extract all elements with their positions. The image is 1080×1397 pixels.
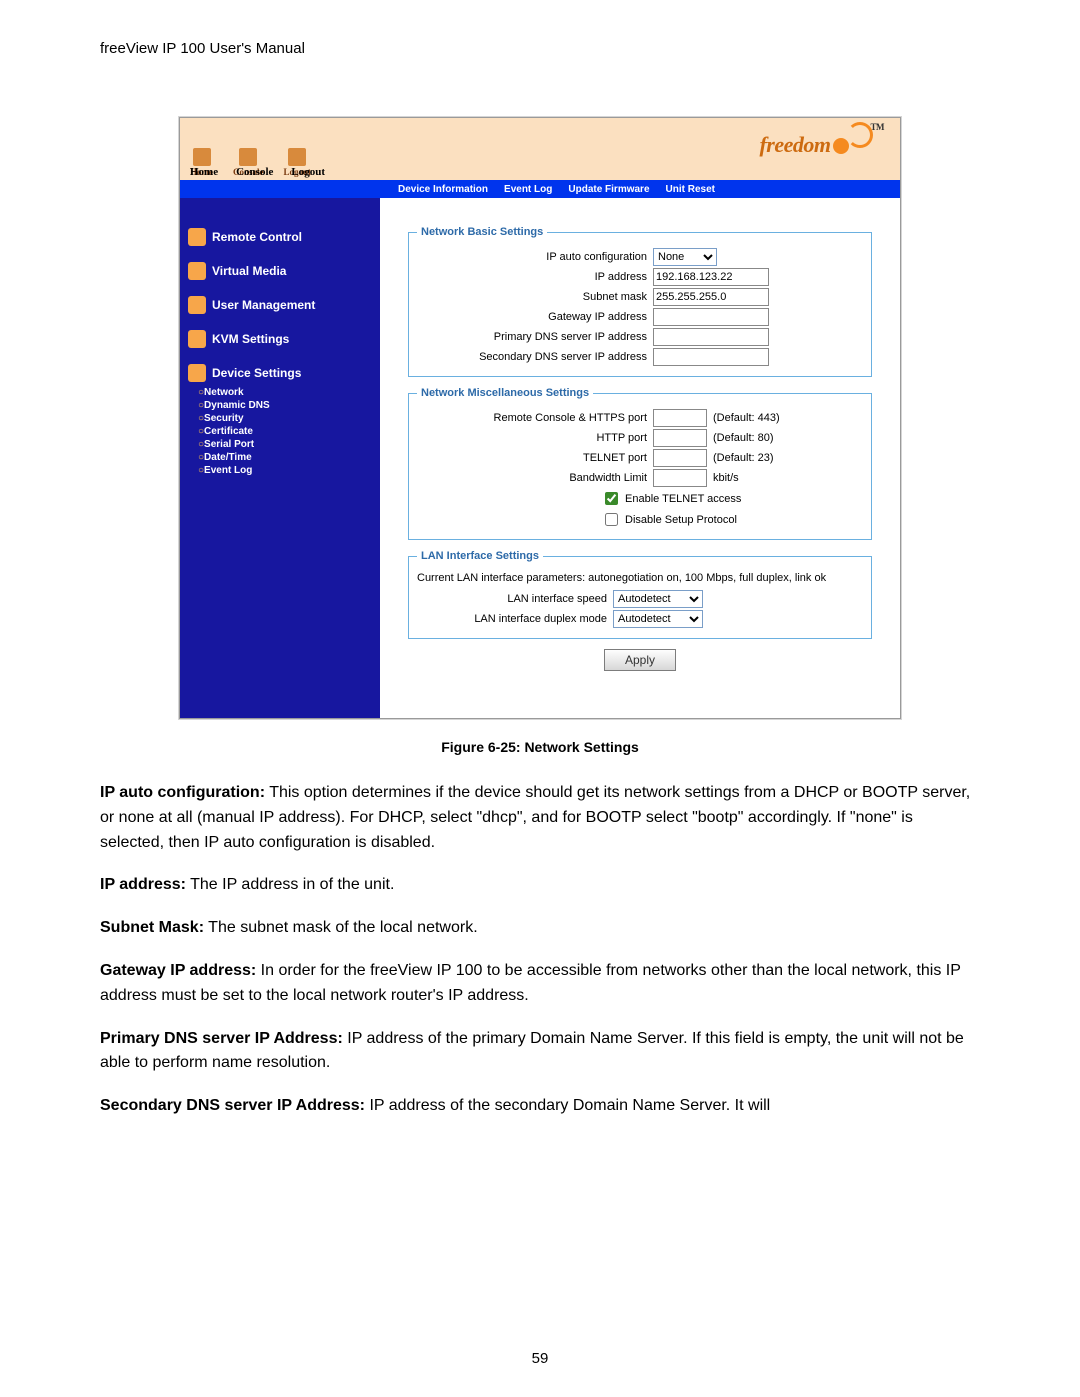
para-secondary-dns: Secondary DNS server IP Address: IP addr… [100,1094,980,1119]
toolbar-text-row: Home Console Logout [190,166,325,178]
label-primary-dns: Primary DNS server IP address [417,331,653,343]
sidebar-sub-serial-port[interactable]: ○Serial Port [198,438,372,451]
para-primary-dns: Primary DNS server IP Address: IP addres… [100,1027,980,1077]
submenu-update-firmware[interactable]: Update Firmware [568,184,649,195]
toolbar-home-text[interactable]: Home [190,166,218,178]
brand-swirl-icon [847,122,873,148]
label-secondary-dns: Secondary DNS server IP address [417,351,653,363]
hint-http: (Default: 80) [713,432,774,444]
sidebar-item-device-settings[interactable]: Device Settings [188,364,372,382]
virtual-media-icon [188,262,206,280]
label-disable-setup: Disable Setup Protocol [625,514,737,526]
sidebar-item-label: User Management [212,298,315,312]
input-ip-address[interactable] [653,268,769,286]
toolbar-console-text[interactable]: Console [236,166,273,178]
top-toolbar: Home Console Logout Home Console Logout … [180,118,900,180]
select-lan-duplex[interactable]: Autodetect [613,610,703,628]
sidebar-item-label: Device Settings [212,366,301,380]
input-https-port[interactable] [653,409,707,427]
select-lan-speed[interactable]: Autodetect [613,590,703,608]
screenshot-panel: Home Console Logout Home Console Logout … [179,117,901,719]
sidebar: Remote Control Virtual Media User Manage… [180,198,380,718]
legend-network-misc: Network Miscellaneous Settings [417,387,593,399]
sidebar-sub-security[interactable]: ○Security [198,412,372,425]
lan-current-text: Current LAN interface parameters: autone… [417,572,863,584]
checkbox-enable-telnet[interactable] [605,492,618,505]
input-bandwidth[interactable] [653,469,707,487]
kvm-settings-icon [188,330,206,348]
fieldset-network-basic: Network Basic Settings IP auto configura… [408,226,872,377]
para-gateway: Gateway IP address: In order for the fre… [100,959,980,1009]
label-enable-telnet: Enable TELNET access [625,493,741,505]
sidebar-item-label: Virtual Media [212,264,286,278]
input-subnet[interactable] [653,288,769,306]
sidebar-item-label: KVM Settings [212,332,289,346]
label-gateway: Gateway IP address [417,311,653,323]
para-subnet: Subnet Mask: The subnet mask of the loca… [100,916,980,941]
sidebar-item-label: Remote Control [212,230,302,244]
label-lan-duplex: LAN interface duplex mode [417,613,613,625]
legend-lan: LAN Interface Settings [417,550,543,562]
console-icon [239,148,257,166]
para-ip-auto: IP auto configuration: This option deter… [100,781,980,855]
hint-https: (Default: 443) [713,412,780,424]
label-https-port: Remote Console & HTTPS port [417,412,653,424]
checkbox-disable-setup[interactable] [605,513,618,526]
sidebar-sub-date-time[interactable]: ○Date/Time [198,451,372,464]
input-secondary-dns[interactable] [653,348,769,366]
sidebar-subnav: ○Network ○Dynamic DNS ○Security ○Certifi… [198,386,372,477]
brand-dot-icon [833,138,849,154]
label-ip-address: IP address [417,271,653,283]
input-http-port[interactable] [653,429,707,447]
fieldset-lan: LAN Interface Settings Current LAN inter… [408,550,872,639]
sidebar-sub-network[interactable]: ○Network [198,386,372,399]
content-panel: Network Basic Settings IP auto configura… [380,198,900,718]
input-gateway[interactable] [653,308,769,326]
sidebar-item-kvm-settings[interactable]: KVM Settings [188,330,372,348]
label-subnet: Subnet mask [417,291,653,303]
figure-caption: Figure 6-25: Network Settings [100,739,980,755]
submenu-bar: Device Information Event Log Update Firm… [180,180,900,198]
submenu-event-log[interactable]: Event Log [504,184,552,195]
page-number: 59 [0,1350,1080,1367]
home-icon [193,148,211,166]
hint-bandwidth: kbit/s [713,472,739,484]
label-lan-speed: LAN interface speed [417,593,613,605]
apply-button[interactable]: Apply [604,649,676,671]
legend-network-basic: Network Basic Settings [417,226,547,238]
sidebar-sub-certificate[interactable]: ○Certificate [198,425,372,438]
sidebar-item-virtual-media[interactable]: Virtual Media [188,262,372,280]
fieldset-network-misc: Network Miscellaneous Settings Remote Co… [408,387,872,540]
brand-logo: freedomTM [759,132,888,158]
label-ip-auto: IP auto configuration [417,251,653,263]
sidebar-sub-dynamic-dns[interactable]: ○Dynamic DNS [198,399,372,412]
label-http-port: HTTP port [417,432,653,444]
sidebar-sub-event-log[interactable]: ○Event Log [198,464,372,477]
sidebar-item-remote-control[interactable]: Remote Control [188,228,372,246]
select-ip-auto[interactable]: None [653,248,717,266]
remote-control-icon [188,228,206,246]
toolbar-logout-text[interactable]: Logout [291,166,325,178]
device-settings-icon [188,364,206,382]
label-bandwidth: Bandwidth Limit [417,472,653,484]
label-telnet-port: TELNET port [417,452,653,464]
input-telnet-port[interactable] [653,449,707,467]
sidebar-item-user-management[interactable]: User Management [188,296,372,314]
para-ip-address: IP address: The IP address in of the uni… [100,873,980,898]
submenu-unit-reset[interactable]: Unit Reset [666,184,715,195]
document-header: freeView IP 100 User's Manual [100,40,980,57]
hint-telnet: (Default: 23) [713,452,774,464]
logout-icon [288,148,306,166]
submenu-device-information[interactable]: Device Information [398,184,488,195]
input-primary-dns[interactable] [653,328,769,346]
user-management-icon [188,296,206,314]
